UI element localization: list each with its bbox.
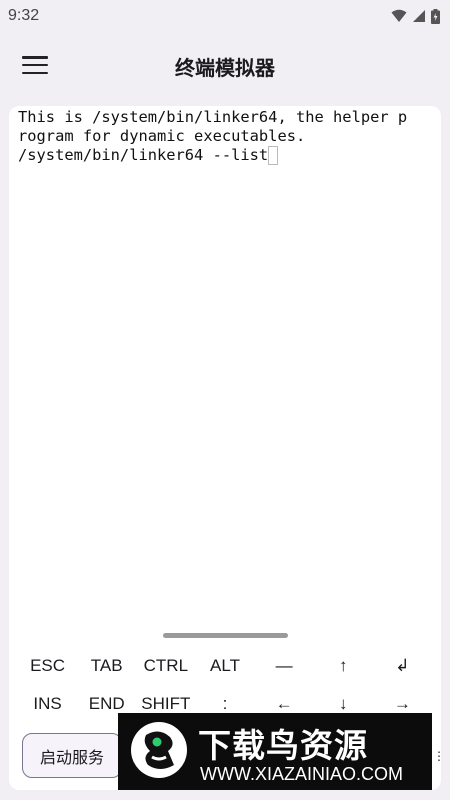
status-bar: 9:32 (0, 0, 450, 32)
key-alt[interactable]: ALT (195, 654, 254, 678)
key-esc[interactable]: ESC (18, 654, 77, 678)
hidden-button-edge: ⋮ (433, 749, 441, 763)
watermark-banner: 下载鸟资源 WWW.XIAZAINIAO.COM (118, 713, 432, 790)
watermark-title: 下载鸟资源 (198, 726, 368, 765)
terminal-line: /system/bin/linker64 --list (18, 146, 269, 164)
terminal-line-with-cursor: /system/bin/linker64 --list (18, 146, 438, 165)
terminal-view[interactable]: This is /system/bin/linker64, the helper… (9, 106, 441, 790)
key-dash[interactable]: — (255, 654, 314, 678)
drag-handle[interactable] (163, 633, 288, 638)
wifi-icon (391, 9, 407, 22)
terminal-output: This is /system/bin/linker64, the helper… (18, 108, 438, 165)
key-up-arrow[interactable]: ↑ (314, 654, 373, 678)
key-enter[interactable]: ↲ (373, 654, 432, 678)
key-ins[interactable]: INS (18, 692, 77, 716)
terminal-line: This is /system/bin/linker64, the helper… (18, 108, 408, 126)
key-ctrl[interactable]: CTRL (136, 654, 195, 678)
watermark-url: WWW.XIAZAINIAO.COM (200, 764, 403, 784)
bird-logo-icon (131, 722, 187, 778)
status-icons (391, 8, 440, 24)
extra-keys-row-1: ESC TAB CTRL ALT — ↑ ↲ (18, 654, 432, 678)
cellular-signal-icon (413, 10, 425, 22)
terminal-cursor (268, 146, 279, 165)
page-title: 终端模拟器 (175, 56, 275, 80)
status-time: 9:32 (8, 7, 40, 24)
terminal-line: rogram for dynamic executables. (18, 127, 306, 145)
key-tab[interactable]: TAB (77, 654, 136, 678)
battery-icon (431, 8, 440, 24)
app-bar: 终端模拟器 (0, 40, 450, 90)
start-service-button[interactable]: 启动服务 (22, 733, 122, 778)
